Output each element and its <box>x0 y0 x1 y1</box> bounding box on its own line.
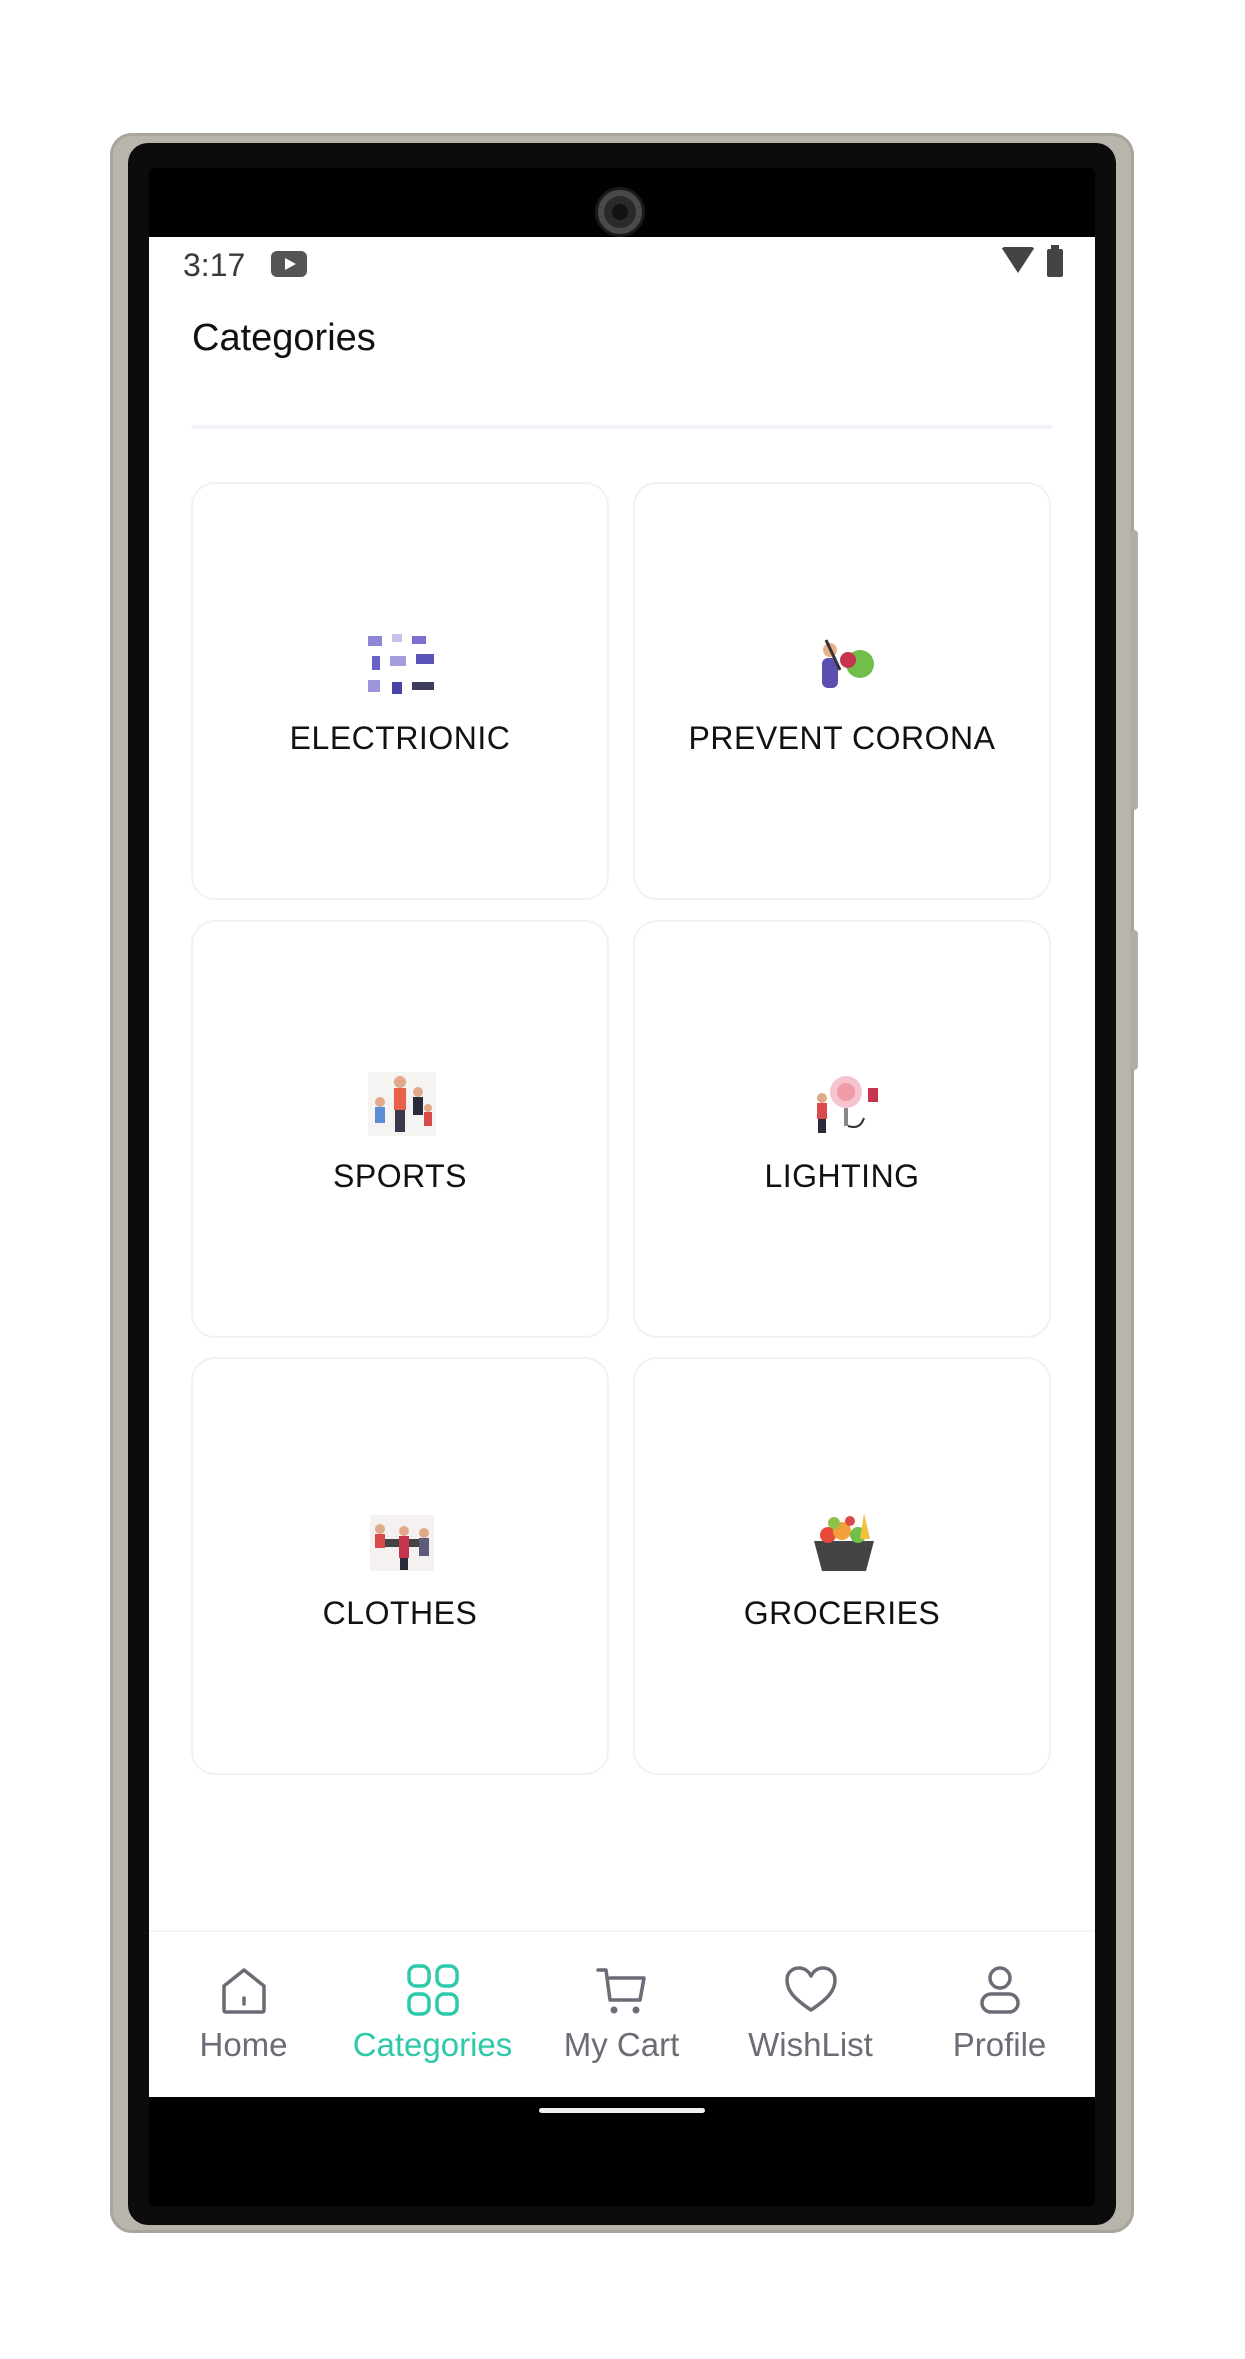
groceries-illustration <box>814 1513 874 1571</box>
cart-icon <box>595 1968 646 2014</box>
category-card-electronic[interactable]: ELECTRIONIC <box>191 482 609 900</box>
nav-wishlist[interactable]: WishList <box>716 1962 905 2064</box>
home-indicator[interactable] <box>539 2108 705 2113</box>
electronics-illustration <box>368 634 434 694</box>
volume-button <box>1130 530 1138 810</box>
heart-icon <box>784 1966 837 2012</box>
nav-profile[interactable]: Profile <box>905 1962 1094 2064</box>
clothes-illustration <box>370 1515 434 1571</box>
category-card-clothes[interactable]: CLOTHES <box>191 1357 609 1775</box>
nav-my-cart-label: My Cart <box>563 2026 680 2063</box>
nav-wishlist-label: WishList <box>748 2026 873 2063</box>
screen: 3:17 Categories ELECTRIONIC PREVENT CORO… <box>149 168 1095 2206</box>
category-card-sports[interactable]: SPORTS <box>191 920 609 1338</box>
category-label: LIGHTING <box>764 1158 920 1194</box>
power-button <box>1130 930 1138 1070</box>
category-card-lighting[interactable]: LIGHTING <box>633 920 1051 1338</box>
category-label: SPORTS <box>333 1158 467 1194</box>
category-label: GROCERIES <box>743 1595 941 1631</box>
categories-icon <box>406 1964 459 2016</box>
front-camera <box>598 190 642 234</box>
status-bar: 3:17 <box>149 237 1095 291</box>
category-card-groceries[interactable]: GROCERIES <box>633 1357 1051 1775</box>
lighting-illustration <box>817 1076 878 1133</box>
prevent-corona-illustration <box>822 639 874 688</box>
page-title: Categories <box>192 317 376 359</box>
nav-my-cart[interactable]: My Cart <box>527 1962 716 2064</box>
header-divider <box>191 425 1053 429</box>
category-card-prevent-corona[interactable]: PREVENT CORONA <box>633 482 1051 900</box>
battery-icon <box>1047 245 1063 277</box>
youtube-icon <box>271 251 307 277</box>
sports-illustration <box>368 1072 436 1136</box>
category-label: PREVENT CORONA <box>688 720 996 756</box>
nav-home-label: Home <box>199 2026 288 2063</box>
home-icon <box>221 1968 266 2014</box>
nav-home[interactable]: Home <box>149 1962 338 2064</box>
bottom-navigation: Home Categories My Cart WishList Profile <box>149 1930 1095 2097</box>
wifi-icon <box>1001 247 1035 273</box>
nav-profile-label: Profile <box>952 2026 1047 2063</box>
status-time: 3:17 <box>183 247 246 283</box>
category-label: CLOTHES <box>322 1595 478 1631</box>
nav-categories-label: Categories <box>352 2026 513 2063</box>
nav-categories[interactable]: Categories <box>338 1962 527 2064</box>
category-label: ELECTRIONIC <box>289 720 511 756</box>
app-container: 3:17 Categories ELECTRIONIC PREVENT CORO… <box>149 237 1095 2097</box>
profile-icon <box>979 1966 1020 2014</box>
